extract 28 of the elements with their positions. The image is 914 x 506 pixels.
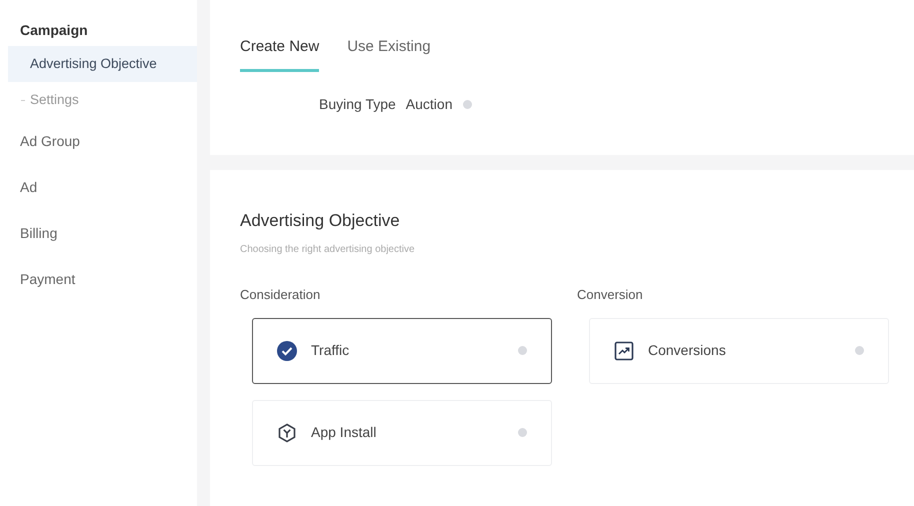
sidebar-item[interactable]: Billing xyxy=(8,210,197,256)
hexagon-icon xyxy=(277,422,297,442)
chart-icon xyxy=(614,340,634,360)
group-label: Consideration xyxy=(240,286,322,304)
sidebar-item[interactable]: Payment xyxy=(8,256,197,302)
check-circle-icon xyxy=(277,340,297,360)
option-label: Traffic xyxy=(311,341,350,360)
section-title: Advertising Objective xyxy=(240,210,401,232)
objective-option[interactable]: Conversions xyxy=(589,318,889,384)
option-label: Conversions xyxy=(648,341,727,360)
objective-option[interactable]: Traffic xyxy=(252,318,552,384)
sidebar-item[interactable]: Advertising Objective xyxy=(8,46,197,82)
tab[interactable]: Create New xyxy=(240,36,320,72)
info-icon xyxy=(518,346,527,355)
field-value: Auction xyxy=(406,94,452,114)
sidebar-item[interactable]: Ad xyxy=(8,164,197,210)
info-icon xyxy=(855,346,864,355)
field-label: Buying Type xyxy=(319,94,396,114)
objective-option[interactable]: App Install xyxy=(252,400,552,466)
sidebar-item[interactable]: Campaign xyxy=(8,14,197,46)
info-icon xyxy=(462,100,472,108)
section-subtitle: Choosing the right advertising objective xyxy=(240,242,416,256)
option-label: App Install xyxy=(311,423,378,442)
dash-marker xyxy=(21,100,25,101)
info-icon xyxy=(518,428,527,437)
group-label: Conversion xyxy=(577,286,644,304)
tab[interactable]: Use Existing xyxy=(347,36,431,72)
sidebar-item[interactable]: Ad Group xyxy=(8,118,197,164)
